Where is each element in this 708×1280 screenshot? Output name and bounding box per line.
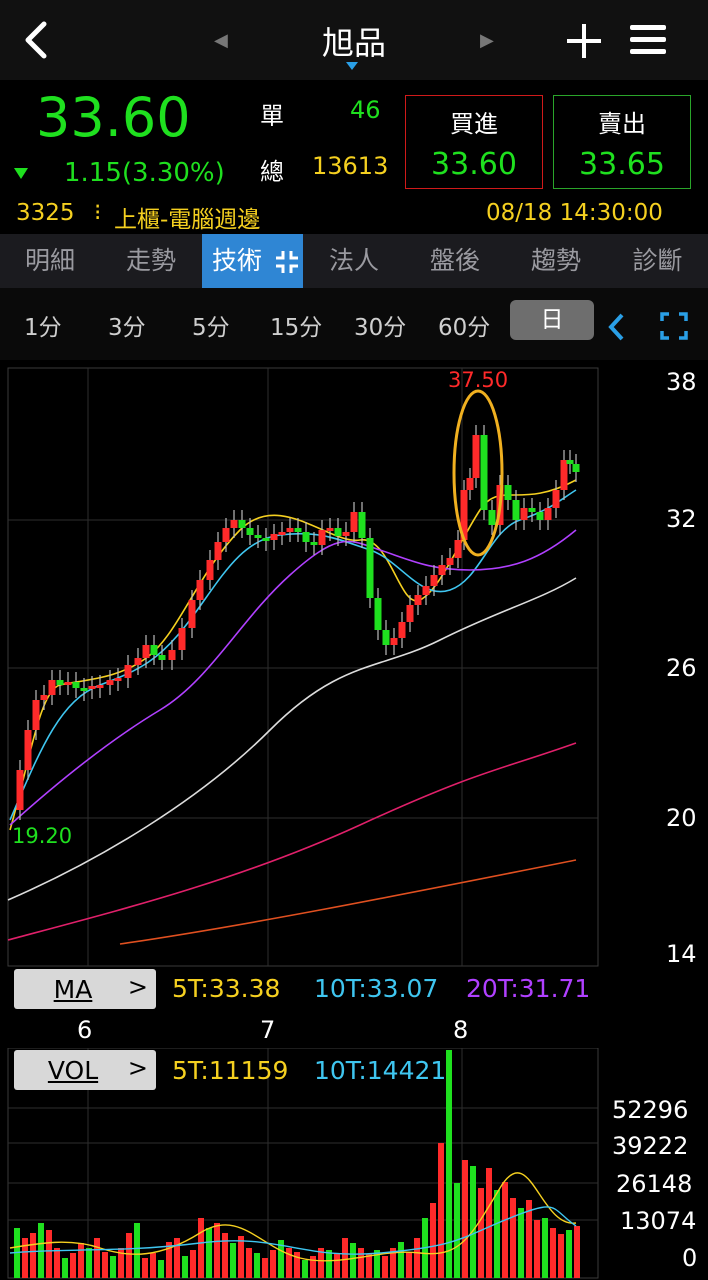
single-volume: 46 [350,96,381,124]
month-label: 7 [260,1016,276,1044]
top-bar: ◀ 旭品 ▶ [0,0,708,80]
tab-technical[interactable]: 技術 [202,234,303,288]
volume-axis-label: 52296 [612,1096,689,1124]
tab-diagnosis[interactable]: 診斷 [607,234,708,288]
chevron-right-icon: > [127,973,148,1001]
buy-price: 33.60 [431,147,517,182]
total-volume-label: 總 [260,158,284,186]
ma20-value: 20T:31.71 [466,974,591,1003]
buy-button[interactable]: 買進 33.60 [405,95,543,189]
plus-icon[interactable] [566,18,602,62]
volume-axis-label: 0 [682,1244,698,1272]
price-change: 1.15(3.30%) [64,158,225,188]
vol-indicator-selector[interactable]: VOL > [14,1050,156,1090]
price-axis-label: 20 [666,804,697,832]
vol-ma10-value: 10T:14421 [314,1056,447,1085]
period-daily[interactable]: 日 [510,300,594,340]
vol-label: VOL [47,1056,99,1085]
chevron-left-blue-icon[interactable] [606,312,628,342]
price-axis-label: 26 [666,654,697,682]
quote-datetime: 08/18 14:30:00 [486,200,663,226]
period-3min[interactable]: 3分 [108,308,146,342]
price-axis-label: 32 [666,505,697,533]
ma-indicator-selector[interactable]: MA > [14,969,156,1009]
main-tabs: 明細 走勢 技術 法人 盤後 趨勢 診斷 [0,234,708,288]
volume-axis-label: 26148 [616,1170,693,1198]
candles [16,425,580,820]
price-axis-label: 38 [666,368,697,396]
period-tabs: 1分 3分 5分 15分 30分 60分 日 [0,288,708,360]
drag-handle-icon: ⁝ [94,200,102,226]
volume-axis-label: 13074 [620,1207,697,1235]
tab-after-hours[interactable]: 盤後 [405,234,505,288]
period-1min[interactable]: 1分 [24,308,62,342]
sell-button[interactable]: 賣出 33.65 [553,95,691,189]
tab-technical-label: 技術 [212,246,263,275]
buy-label: 買進 [450,110,498,138]
last-price: 33.60 [36,86,191,149]
period-60min[interactable]: 60分 [438,308,490,342]
fullscreen-icon[interactable] [660,312,688,340]
down-triangle-icon [14,168,28,179]
vol-ma5-value: 5T:11159 [172,1056,289,1085]
compress-icon [275,251,298,273]
period-15min[interactable]: 15分 [270,308,322,342]
next-stock-icon[interactable]: ▶ [480,30,494,51]
tab-trend[interactable]: 走勢 [101,234,201,288]
tab-tendency[interactable]: 趨勢 [506,234,606,288]
total-volume: 13613 [312,152,389,180]
period-30min[interactable]: 30分 [354,308,406,342]
low-price-label: 19.20 [12,824,72,848]
ma5-value: 5T:33.38 [172,974,281,1003]
caret-down-icon [346,62,358,70]
month-label: 6 [77,1016,93,1044]
candlestick-chart[interactable]: 37.50 19.20 [0,360,708,970]
sell-price: 33.65 [579,147,665,182]
ma10-value: 10T:33.07 [314,974,439,1003]
price-axis-label: 14 [666,940,697,968]
single-volume-label: 單 [260,102,284,130]
sell-label: 賣出 [598,110,646,138]
month-label: 8 [453,1016,469,1044]
ma-label: MA [53,975,93,1004]
high-price-label: 37.50 [448,368,508,392]
market-category: 上櫃-電腦週邊 [114,207,261,233]
stock-code: 3325 [16,200,75,226]
moving-average-lines [7,479,577,945]
volume-axis-label: 39222 [612,1132,689,1160]
hamburger-menu-icon[interactable] [630,22,666,58]
chevron-right-icon: > [127,1054,148,1082]
tab-institutional[interactable]: 法人 [304,234,404,288]
tab-details[interactable]: 明細 [0,234,100,288]
period-5min[interactable]: 5分 [192,308,230,342]
